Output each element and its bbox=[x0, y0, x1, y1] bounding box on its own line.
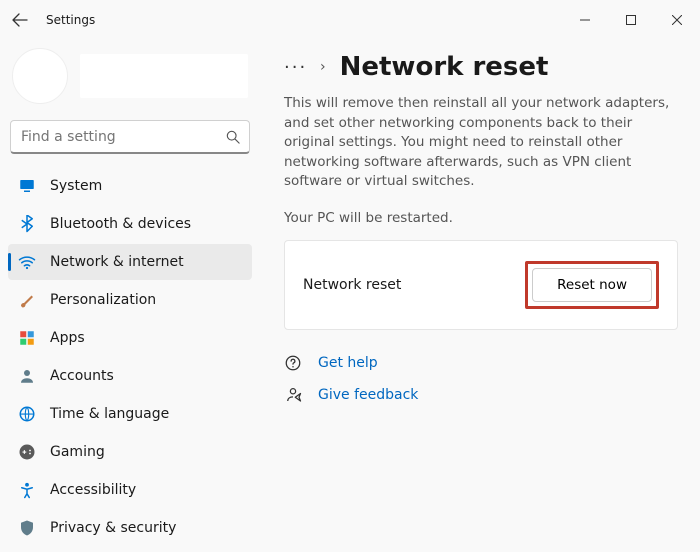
arrow-left-icon bbox=[12, 12, 28, 28]
wifi-icon bbox=[18, 253, 36, 271]
sidebar-item-time[interactable]: Time & language bbox=[8, 396, 252, 432]
get-help-label: Get help bbox=[318, 355, 378, 371]
reset-highlight: Reset now bbox=[525, 261, 659, 309]
back-button[interactable] bbox=[12, 12, 28, 28]
accounts-icon bbox=[18, 367, 36, 385]
sidebar-item-accessibility[interactable]: Accessibility bbox=[8, 472, 252, 508]
sidebar-item-personalization[interactable]: Personalization bbox=[8, 282, 252, 318]
sidebar-item-label: Accounts bbox=[50, 368, 114, 384]
maximize-button[interactable] bbox=[608, 0, 654, 40]
minimize-button[interactable] bbox=[562, 0, 608, 40]
sidebar-item-gaming[interactable]: Gaming bbox=[8, 434, 252, 470]
profile-name-placeholder bbox=[80, 54, 248, 98]
breadcrumb: ··· › Network reset bbox=[284, 52, 678, 82]
sidebar-item-label: Apps bbox=[50, 330, 85, 346]
search-icon bbox=[226, 130, 240, 144]
chevron-right-icon: › bbox=[320, 59, 326, 75]
sidebar-item-label: Personalization bbox=[50, 292, 156, 308]
profile-block[interactable] bbox=[8, 48, 252, 120]
sidebar-item-label: System bbox=[50, 178, 102, 194]
sidebar-item-update[interactable]: Windows Update bbox=[8, 548, 252, 552]
sidebar-item-label: Privacy & security bbox=[50, 520, 176, 536]
content: ··· › Network reset This will remove the… bbox=[260, 40, 700, 552]
sidebar-item-label: Bluetooth & devices bbox=[50, 216, 191, 232]
titlebar-left: Settings bbox=[12, 12, 95, 28]
window-controls bbox=[562, 0, 700, 40]
page-title: Network reset bbox=[340, 52, 549, 82]
close-icon bbox=[672, 15, 682, 25]
brush-icon bbox=[18, 291, 36, 309]
maximize-icon bbox=[626, 15, 636, 25]
reset-card-label: Network reset bbox=[303, 277, 401, 293]
search-wrap bbox=[10, 120, 250, 154]
sidebar-item-network[interactable]: Network & internet bbox=[8, 244, 252, 280]
reset-card: Network reset Reset now bbox=[284, 240, 678, 330]
app-body: System Bluetooth & devices Network & int… bbox=[0, 40, 700, 552]
search-input[interactable] bbox=[10, 120, 250, 154]
get-help-link[interactable]: Get help bbox=[284, 354, 678, 372]
breadcrumb-more[interactable]: ··· bbox=[284, 57, 306, 78]
globe-icon bbox=[18, 405, 36, 423]
give-feedback-label: Give feedback bbox=[318, 387, 418, 403]
page-description: This will remove then reinstall all your… bbox=[284, 94, 678, 192]
sidebar-item-label: Accessibility bbox=[50, 482, 136, 498]
reset-now-button[interactable]: Reset now bbox=[532, 268, 652, 302]
sidebar: System Bluetooth & devices Network & int… bbox=[0, 40, 260, 552]
gaming-icon bbox=[18, 443, 36, 461]
avatar bbox=[12, 48, 68, 104]
nav: System Bluetooth & devices Network & int… bbox=[8, 168, 252, 552]
titlebar: Settings bbox=[0, 0, 700, 40]
sidebar-item-bluetooth[interactable]: Bluetooth & devices bbox=[8, 206, 252, 242]
feedback-icon bbox=[284, 386, 302, 404]
sidebar-item-label: Network & internet bbox=[50, 254, 184, 270]
give-feedback-link[interactable]: Give feedback bbox=[284, 386, 678, 404]
accessibility-icon bbox=[18, 481, 36, 499]
restart-warning: Your PC will be restarted. bbox=[284, 210, 678, 226]
sidebar-item-privacy[interactable]: Privacy & security bbox=[8, 510, 252, 546]
system-icon bbox=[18, 177, 36, 195]
sidebar-item-accounts[interactable]: Accounts bbox=[8, 358, 252, 394]
sidebar-item-system[interactable]: System bbox=[8, 168, 252, 204]
close-button[interactable] bbox=[654, 0, 700, 40]
sidebar-item-label: Time & language bbox=[50, 406, 169, 422]
apps-icon bbox=[18, 329, 36, 347]
sidebar-item-label: Gaming bbox=[50, 444, 105, 460]
shield-icon bbox=[18, 519, 36, 537]
bluetooth-icon bbox=[18, 215, 36, 233]
help-links: Get help Give feedback bbox=[284, 354, 678, 404]
help-icon bbox=[284, 354, 302, 372]
sidebar-item-apps[interactable]: Apps bbox=[8, 320, 252, 356]
minimize-icon bbox=[580, 15, 590, 25]
app-title: Settings bbox=[46, 13, 95, 27]
